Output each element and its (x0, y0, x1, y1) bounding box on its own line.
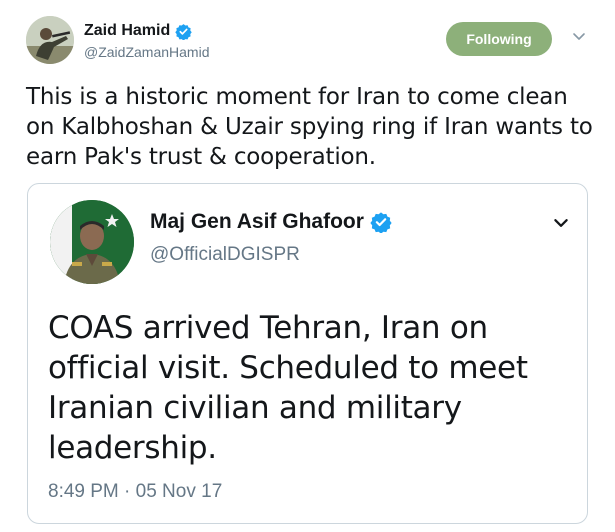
quoted-avatar[interactable] (50, 200, 134, 284)
verified-badge-icon (175, 23, 192, 40)
following-button[interactable]: Following (446, 22, 552, 56)
author-handle[interactable]: @ZaidZamanHamid (84, 44, 209, 60)
quoted-author-name-row: Maj Gen Asif Ghafoor (150, 210, 392, 234)
quoted-tweet-text: COAS arrived Tehran, Iran on official vi… (48, 310, 528, 466)
chevron-down-icon[interactable] (571, 28, 587, 44)
tweet-header: Zaid Hamid @ZaidZamanHamid Following (26, 16, 596, 66)
avatar-photo (26, 16, 74, 64)
quoted-tweet-timestamp[interactable]: 8:49 PM · 05 Nov 17 (48, 481, 222, 503)
author-name-row: Zaid Hamid (84, 22, 192, 40)
quoted-author-display-name[interactable]: Maj Gen Asif Ghafoor (150, 210, 364, 234)
tweet-card: Zaid Hamid @ZaidZamanHamid Following Thi… (0, 0, 615, 532)
verified-badge-icon (370, 211, 392, 234)
chevron-down-icon[interactable] (552, 214, 570, 232)
quoted-avatar-photo (50, 200, 134, 284)
tweet-text: This is a historic moment for Iran to co… (26, 84, 593, 170)
quoted-tweet[interactable]: Maj Gen Asif Ghafoor @OfficialDGISPR COA… (27, 183, 588, 524)
author-display-name[interactable]: Zaid Hamid (84, 22, 170, 40)
quoted-author-handle[interactable]: @OfficialDGISPR (150, 244, 300, 266)
avatar[interactable] (26, 16, 74, 64)
